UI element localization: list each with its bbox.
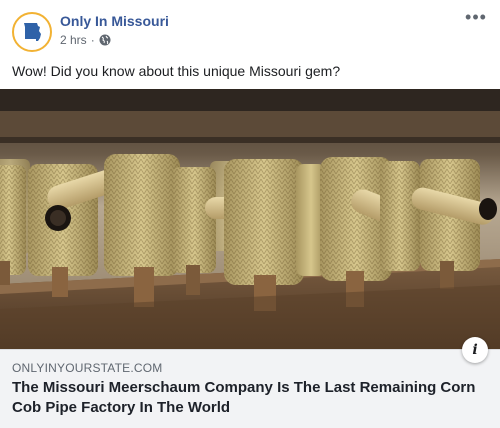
post-header: Only In Missouri 2 hrs · ••• bbox=[12, 8, 488, 54]
globe-icon bbox=[99, 34, 111, 46]
link-domain: ONLYINYOURSTATE.COM bbox=[12, 361, 163, 375]
post-meta: 2 hrs · bbox=[60, 33, 111, 47]
info-button[interactable]: i bbox=[462, 337, 488, 363]
page-name-link[interactable]: Only In Missouri bbox=[60, 13, 169, 29]
facebook-post: Only In Missouri 2 hrs · ••• Wow! Did yo… bbox=[0, 0, 500, 428]
missouri-logo-icon bbox=[15, 15, 49, 49]
link-title[interactable]: The Missouri Meerschaum Company Is The L… bbox=[12, 378, 482, 418]
avatar[interactable] bbox=[12, 12, 52, 52]
post-text: Wow! Did you know about this unique Miss… bbox=[12, 63, 341, 79]
meta-separator: · bbox=[90, 33, 95, 47]
link-caption[interactable]: i ONLYINYOURSTATE.COM The Missouri Meers… bbox=[0, 337, 500, 428]
post-timestamp[interactable]: 2 hrs bbox=[60, 33, 87, 47]
link-preview-image[interactable] bbox=[0, 89, 500, 349]
more-options-button[interactable]: ••• bbox=[464, 8, 488, 30]
corn-cob-pipes-image bbox=[0, 89, 500, 349]
